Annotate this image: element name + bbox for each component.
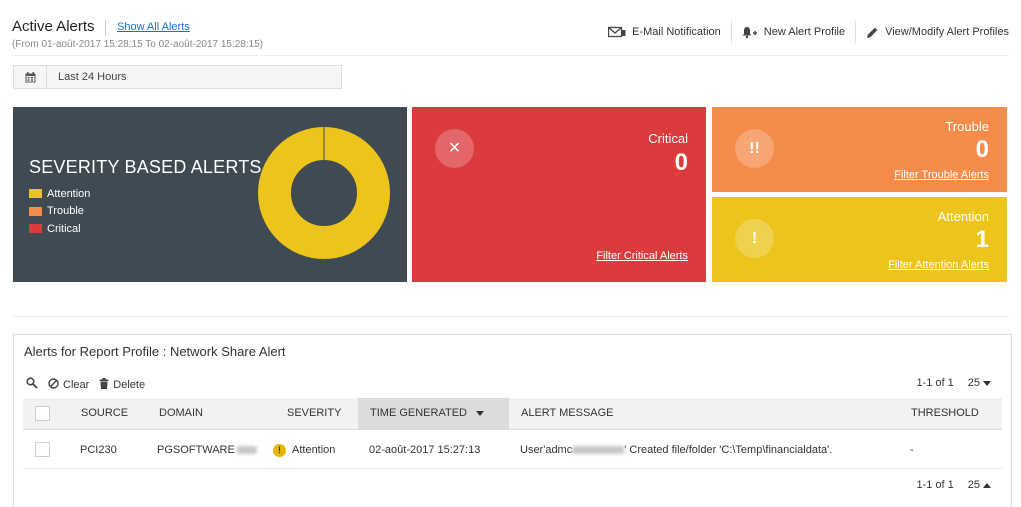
filter-critical-alerts-link[interactable]: Filter Critical Alerts <box>596 250 688 262</box>
page-header: Active Alerts Show All Alerts (From 01-a… <box>12 18 1009 56</box>
trouble-count: 0 <box>975 136 989 163</box>
filter-attention-alerts-link[interactable]: Filter Attention Alerts <box>888 259 989 271</box>
attention-count: 1 <box>975 226 989 253</box>
critical-summary-card: × Critical 0 Filter Critical Alerts <box>412 107 706 282</box>
column-header-alert-message[interactable]: ALERT MESSAGE <box>521 398 614 429</box>
redacted-text <box>236 446 257 455</box>
caret-up-icon <box>983 479 991 491</box>
cell-threshold: - <box>910 444 914 456</box>
new-alert-profile-button[interactable]: New Alert Profile <box>732 20 855 44</box>
page-title: Active Alerts <box>12 18 95 35</box>
trouble-double-exclamation-icon: !! <box>735 129 774 168</box>
column-header-source[interactable]: SOURCE <box>81 398 128 429</box>
attention-summary-card: ! Attention 1 Filter Attention Alerts <box>712 197 1007 282</box>
legend-label-trouble: Trouble <box>47 205 84 218</box>
cell-severity: ! Attention <box>273 431 335 469</box>
redacted-text <box>572 446 625 455</box>
delete-label: Delete <box>113 378 146 391</box>
trouble-label: Trouble <box>945 119 989 134</box>
clear-icon <box>48 377 59 392</box>
calendar-icon <box>14 66 47 88</box>
view-modify-profiles-button[interactable]: View/Modify Alert Profiles <box>856 20 1009 44</box>
grid-title: Alerts for Report Profile : Network Shar… <box>24 344 286 359</box>
cell-domain: PGSOFTWARE <box>157 431 257 469</box>
clear-label: Clear <box>63 378 90 391</box>
header-divider <box>12 55 1009 56</box>
sort-desc-icon <box>476 410 485 416</box>
caret-down-icon <box>983 377 991 389</box>
page-size-value: 25 <box>967 377 980 389</box>
section-divider <box>12 316 1009 317</box>
page-size-value: 25 <box>967 479 980 491</box>
domain-value: PGSOFTWARE <box>157 444 235 456</box>
pager-bottom: 1-1 of 1 25 <box>916 479 991 491</box>
pager-top: 1-1 of 1 25 <box>916 377 991 389</box>
attention-label: Attention <box>937 209 989 224</box>
message-prefix: User'admc <box>520 444 573 456</box>
severity-donut-chart <box>258 127 390 259</box>
legend-swatch-critical <box>29 224 42 234</box>
search-icon[interactable] <box>26 377 38 392</box>
page-size-selector[interactable]: 25 <box>968 479 991 491</box>
email-icon <box>608 26 626 38</box>
pencil-icon <box>866 26 879 39</box>
cell-time-generated: 02-août-2017 15:27:13 <box>369 444 481 456</box>
time-generated-label: TIME GENERATED <box>370 407 467 419</box>
column-header-threshold[interactable]: THRESHOLD <box>911 398 979 429</box>
grid-actions: Clear Delete <box>26 377 145 392</box>
message-suffix: ' Created file/folder 'C:\Temp\financial… <box>624 444 833 456</box>
row-checkbox[interactable] <box>35 442 50 457</box>
critical-x-icon: × <box>435 129 474 168</box>
table-row[interactable]: PCI230 PGSOFTWARE ! Attention 02-août-201… <box>23 431 1002 469</box>
trash-icon <box>99 377 109 392</box>
legend-label-critical: Critical <box>47 222 81 235</box>
pager-range: 1-1 of 1 <box>916 479 954 491</box>
select-all-checkbox[interactable] <box>35 406 50 421</box>
legend-swatch-attention <box>29 189 42 199</box>
legend-label-attention: Attention <box>47 187 91 200</box>
bell-plus-icon <box>742 26 758 39</box>
legend-item-critical: Critical <box>29 220 90 238</box>
trouble-summary-card: !! Trouble 0 Filter Trouble Alerts <box>712 107 1007 192</box>
alerts-grid-panel: Alerts for Report Profile : Network Shar… <box>13 334 1012 507</box>
email-notification-button[interactable]: E-Mail Notification <box>598 20 731 44</box>
title-divider <box>105 20 106 36</box>
cell-alert-message: User'admc ' Created file/folder 'C:\Temp\… <box>520 431 832 469</box>
pager-range: 1-1 of 1 <box>916 377 954 389</box>
filter-trouble-alerts-link[interactable]: Filter Trouble Alerts <box>894 169 989 181</box>
delete-button[interactable]: Delete <box>99 377 146 392</box>
date-range-selector[interactable]: Last 24 Hours <box>13 65 342 89</box>
table-header: SOURCE DOMAIN SEVERITY TIME GENERATED AL… <box>23 398 1002 430</box>
new-alert-profile-label: New Alert Profile <box>763 26 846 38</box>
column-header-time-generated[interactable]: TIME GENERATED <box>358 398 509 429</box>
legend-swatch-trouble <box>29 206 42 216</box>
critical-count: 0 <box>674 149 688 176</box>
severity-legend: Attention Trouble Critical <box>29 185 90 238</box>
legend-item-attention: Attention <box>29 185 90 203</box>
cell-source: PCI230 <box>80 444 117 456</box>
column-header-severity[interactable]: SEVERITY <box>287 398 341 429</box>
severity-chart-title: SEVERITY BASED ALERTS <box>29 157 262 177</box>
clear-button[interactable]: Clear <box>48 377 90 392</box>
show-all-alerts-link[interactable]: Show All Alerts <box>117 21 190 33</box>
attention-warning-icon: ! <box>273 443 286 457</box>
severity-chart-panel: SEVERITY BASED ALERTS Attention Trouble … <box>13 107 407 282</box>
critical-label: Critical <box>648 131 688 146</box>
date-range-text: (From 01-août-2017 15:28:15 To 02-août-2… <box>12 39 264 50</box>
view-modify-profiles-label: View/Modify Alert Profiles <box>885 26 1009 38</box>
attention-exclamation-icon: ! <box>735 219 774 258</box>
header-toolbar: E-Mail Notification New Alert Profile Vi… <box>598 20 1009 44</box>
email-notification-label: E-Mail Notification <box>632 26 721 38</box>
page-size-selector[interactable]: 25 <box>968 377 991 389</box>
column-header-domain[interactable]: DOMAIN <box>159 398 203 429</box>
date-range-value: Last 24 Hours <box>58 71 127 83</box>
legend-item-trouble: Trouble <box>29 203 90 221</box>
severity-value: Attention <box>292 444 336 456</box>
